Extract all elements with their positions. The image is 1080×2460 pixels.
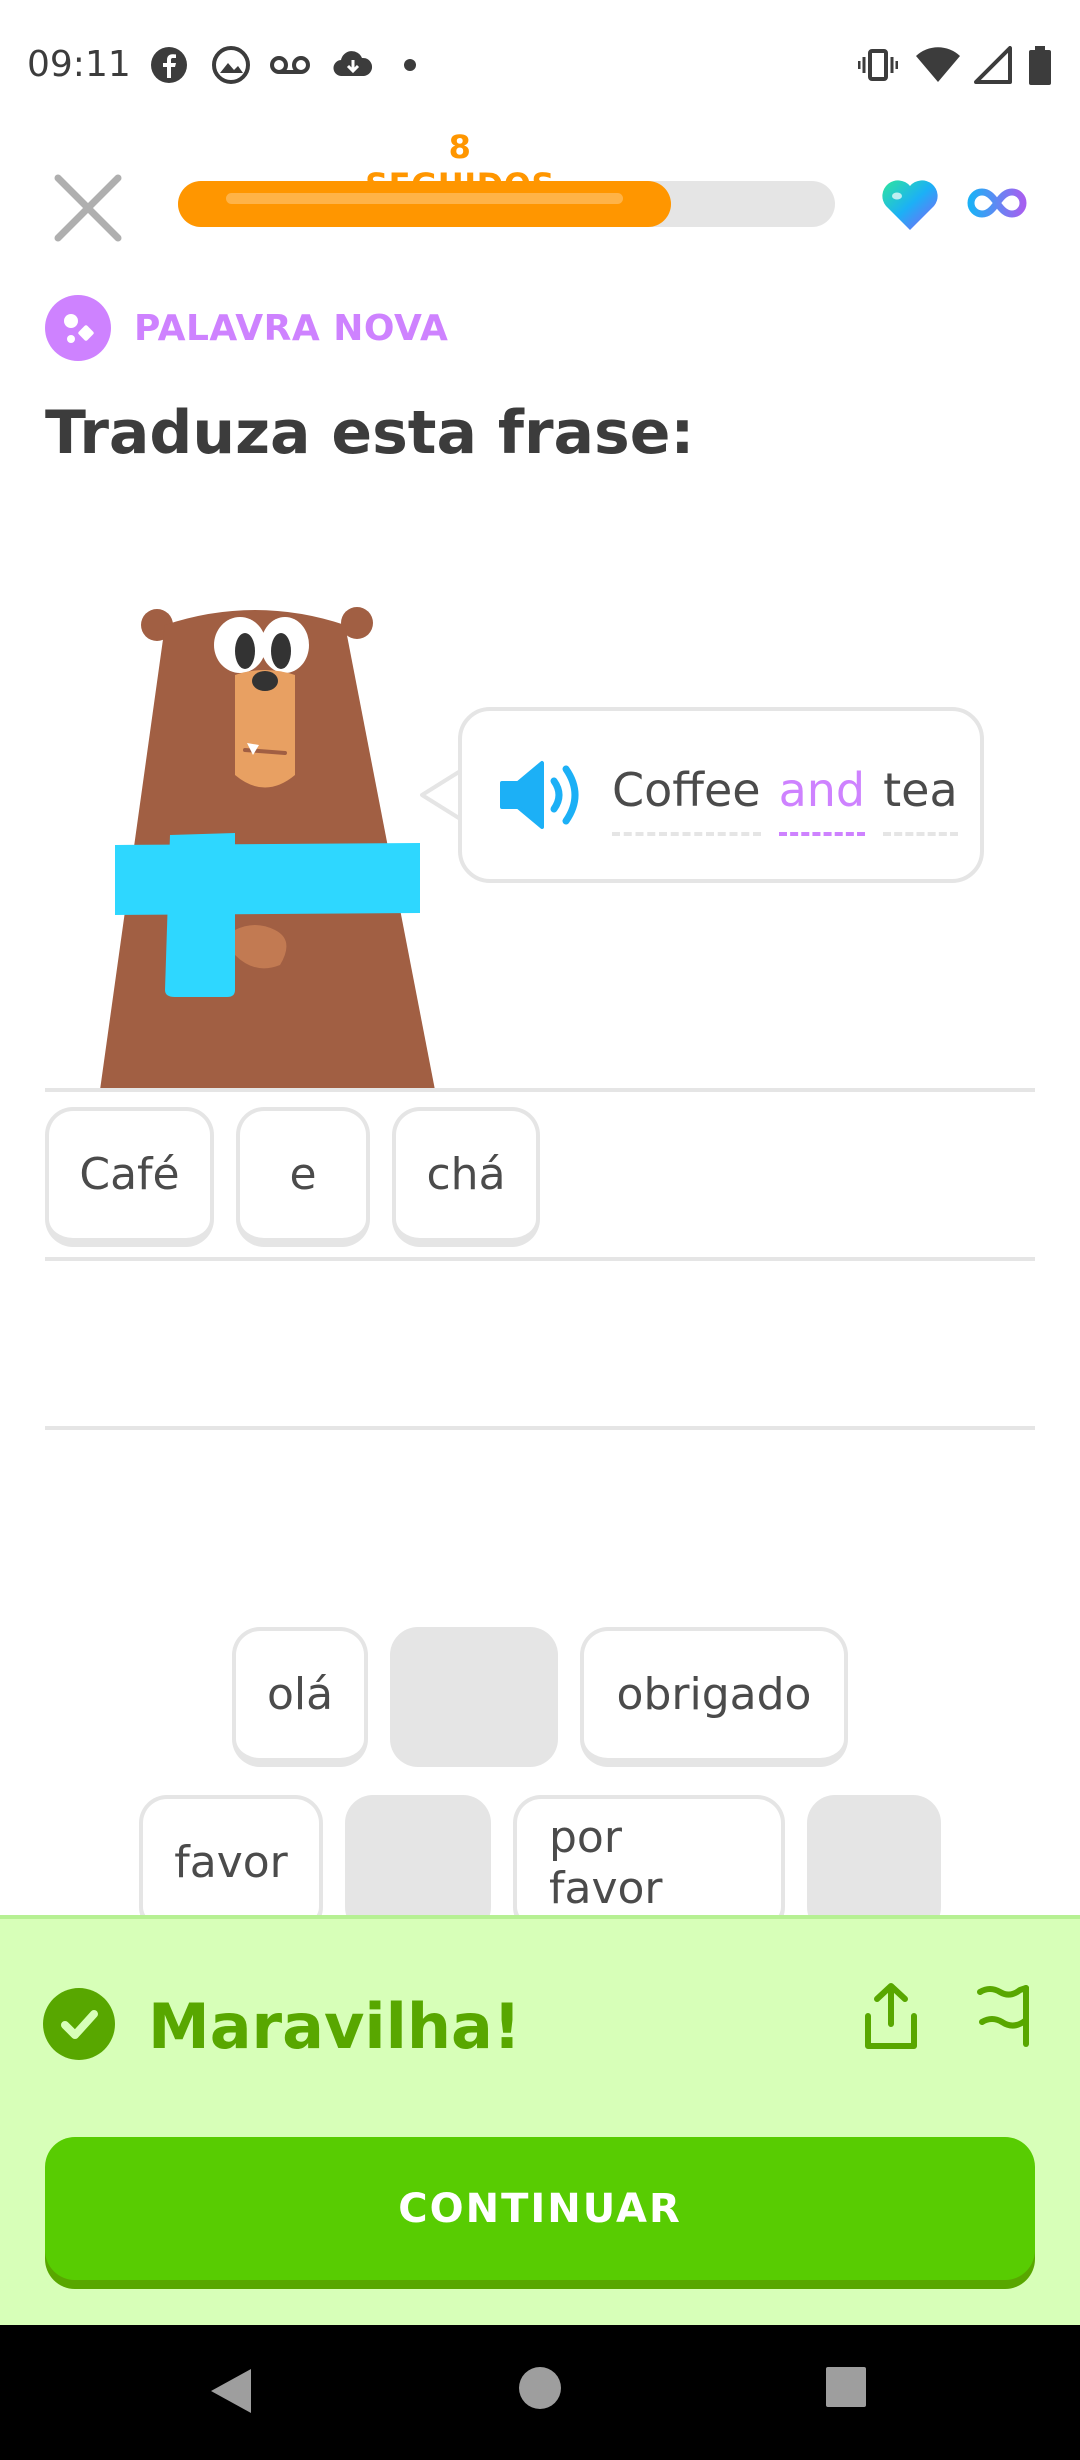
answer-tiles: Café e chá (45, 1107, 540, 1247)
word-bank-placeholder (390, 1627, 558, 1767)
progress-fill (178, 181, 671, 227)
new-word-icon (45, 295, 111, 361)
page-title: Traduza esta frase: (45, 398, 695, 468)
home-icon[interactable] (517, 2365, 563, 2411)
word-bank-tile[interactable]: olá (232, 1627, 368, 1767)
photo-icon (212, 46, 250, 84)
prompt-sentence: Coffee and tea (612, 760, 958, 836)
word-bank-tile[interactable]: favor (139, 1795, 323, 1935)
continue-button[interactable]: CONTINUAR (45, 2137, 1035, 2280)
answer-tile[interactable]: Café (45, 1107, 214, 1247)
answer-line (45, 1426, 1035, 1430)
report-flag-icon[interactable] (974, 1982, 1032, 2048)
share-icon[interactable] (862, 1982, 920, 2052)
facebook-icon (151, 47, 187, 83)
voicemail-icon (270, 56, 310, 74)
prompt-word-new[interactable]: and (778, 760, 866, 836)
prompt-word[interactable]: Coffee (612, 760, 761, 836)
cloud-download-icon (333, 51, 373, 77)
word-bank-placeholder (807, 1795, 941, 1935)
lesson-progress-bar (178, 181, 835, 227)
word-bank-row: olá obrigado (0, 1627, 1080, 1767)
word-bank-row: favor por favor (0, 1795, 1080, 1935)
recents-icon[interactable] (824, 2365, 868, 2409)
word-bank-placeholder (345, 1795, 491, 1935)
answer-tile[interactable]: e (236, 1107, 370, 1247)
signal-icon (974, 46, 1012, 84)
word-bank-tile[interactable]: por favor (513, 1795, 785, 1935)
close-icon[interactable] (52, 172, 124, 244)
dot-icon (404, 59, 416, 71)
check-icon (43, 1988, 115, 2060)
answer-tile[interactable]: chá (392, 1107, 540, 1247)
navigation-bar (0, 2325, 1080, 2460)
speaker-icon[interactable] (498, 759, 590, 831)
vibrate-icon (858, 49, 898, 81)
feedback-title: Maravilha! (148, 1990, 522, 2063)
answer-line (45, 1257, 1035, 1261)
status-bar: 09:11 (0, 0, 1080, 130)
bear-character (100, 607, 435, 1090)
progress-shine (226, 193, 623, 204)
word-bank-tile[interactable]: obrigado (580, 1627, 848, 1767)
prompt-word[interactable]: tea (883, 760, 958, 836)
status-time: 09:11 (27, 44, 131, 85)
infinity-icon (967, 188, 1027, 218)
back-icon[interactable] (205, 2365, 255, 2417)
new-word-label: PALAVRA NOVA (134, 308, 449, 349)
answer-line (45, 1088, 1035, 1092)
wifi-icon (916, 47, 960, 82)
heart-icon[interactable] (880, 178, 940, 232)
battery-icon (1029, 46, 1051, 85)
